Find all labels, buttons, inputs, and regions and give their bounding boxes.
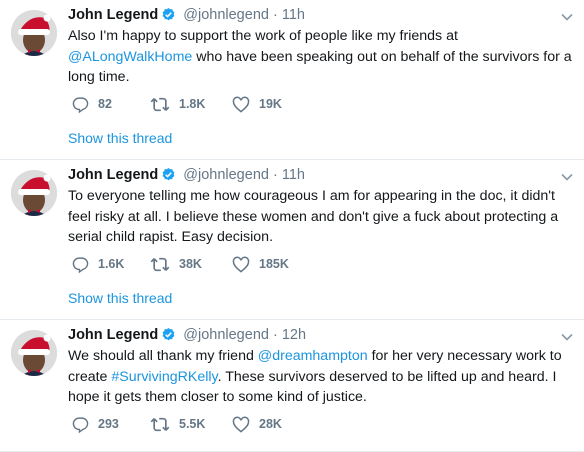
tweet-text: Also I'm happy to support the work of pe… <box>68 26 576 88</box>
tweet-text: We should all thank my friend @dreamhamp… <box>68 346 576 408</box>
tweet[interactable]: John Legend @johnlegend · 11h To everyon… <box>0 160 584 320</box>
avatar-image <box>11 10 57 56</box>
reply-button[interactable]: 1.6K <box>72 256 150 273</box>
display-name[interactable]: John Legend <box>68 327 158 343</box>
display-name[interactable]: John Legend <box>68 7 158 23</box>
like-count: 185K <box>259 257 289 271</box>
tweet-header: John Legend @johnlegend · 12h <box>68 326 306 347</box>
retweet-count: 5.5K <box>179 417 206 431</box>
timestamp[interactable]: 11h <box>282 167 305 183</box>
like-count: 19K <box>259 97 282 111</box>
separator-dot: · <box>272 7 278 23</box>
handle[interactable]: @johnlegend <box>183 167 269 183</box>
text-segment: Also I'm happy to support the work of pe… <box>68 28 458 44</box>
reply-button[interactable]: 82 <box>72 96 150 113</box>
avatar[interactable] <box>11 170 57 216</box>
avatar-image <box>11 170 57 216</box>
retweet-icon <box>150 257 170 271</box>
avatar-image <box>11 330 57 376</box>
mention-link[interactable]: @ALongWalkHome <box>68 49 192 65</box>
retweet-icon <box>150 97 170 111</box>
like-icon <box>232 416 250 433</box>
like-button[interactable]: 185K <box>232 256 312 273</box>
mention-link[interactable]: @dreamhampton <box>258 348 368 364</box>
tweet[interactable]: John Legend @johnlegend · 11h Also I'm h… <box>0 0 584 160</box>
retweet-button[interactable]: 5.5K <box>150 416 232 433</box>
chevron-down-icon[interactable] <box>560 170 574 184</box>
retweet-button[interactable]: 38K <box>150 256 232 273</box>
verified-icon <box>161 7 176 27</box>
tweet-header: John Legend @johnlegend · 11h <box>68 6 305 27</box>
like-button[interactable]: 28K <box>232 416 312 433</box>
retweet-button[interactable]: 1.8K <box>150 96 232 113</box>
reply-count: 1.6K <box>98 257 125 271</box>
show-thread-link[interactable]: Show this thread <box>68 290 172 306</box>
like-button[interactable]: 19K <box>232 96 312 113</box>
like-icon <box>232 96 250 113</box>
display-name[interactable]: John Legend <box>68 167 158 183</box>
text-segment: We should all thank my friend <box>68 348 258 364</box>
handle[interactable]: @johnlegend <box>183 7 269 23</box>
show-thread-link[interactable]: Show this thread <box>68 130 172 146</box>
retweet-icon <box>150 417 170 431</box>
reply-icon <box>72 96 89 113</box>
retweet-count: 1.8K <box>179 97 206 111</box>
chevron-down-icon[interactable] <box>560 330 574 344</box>
reply-button[interactable]: 293 <box>72 416 150 433</box>
reply-icon <box>72 256 89 273</box>
tweet[interactable]: John Legend @johnlegend · 12h We should … <box>0 320 584 452</box>
verified-icon <box>161 327 176 347</box>
tweet-actions: 1.6K 38K 185K <box>72 255 312 273</box>
hashtag-link[interactable]: #SurvivingRKelly <box>111 369 217 385</box>
timestamp[interactable]: 12h <box>282 327 306 343</box>
separator-dot: · <box>272 167 278 183</box>
retweet-count: 38K <box>179 257 202 271</box>
tweet-header: John Legend @johnlegend · 11h <box>68 166 305 187</box>
like-count: 28K <box>259 417 282 431</box>
timestamp[interactable]: 11h <box>282 7 305 23</box>
reply-count: 293 <box>98 417 119 431</box>
text-segment: To everyone telling me how courageous I … <box>68 188 559 245</box>
handle[interactable]: @johnlegend <box>183 327 269 343</box>
separator-dot: · <box>272 327 278 343</box>
chevron-down-icon[interactable] <box>560 10 574 24</box>
tweet-text: To everyone telling me how courageous I … <box>68 186 576 248</box>
tweet-actions: 293 5.5K 28K <box>72 415 312 433</box>
reply-count: 82 <box>98 97 112 111</box>
like-icon <box>232 256 250 273</box>
avatar[interactable] <box>11 330 57 376</box>
tweet-actions: 82 1.8K 19K <box>72 95 312 113</box>
verified-icon <box>161 167 176 187</box>
avatar[interactable] <box>11 10 57 56</box>
reply-icon <box>72 416 89 433</box>
